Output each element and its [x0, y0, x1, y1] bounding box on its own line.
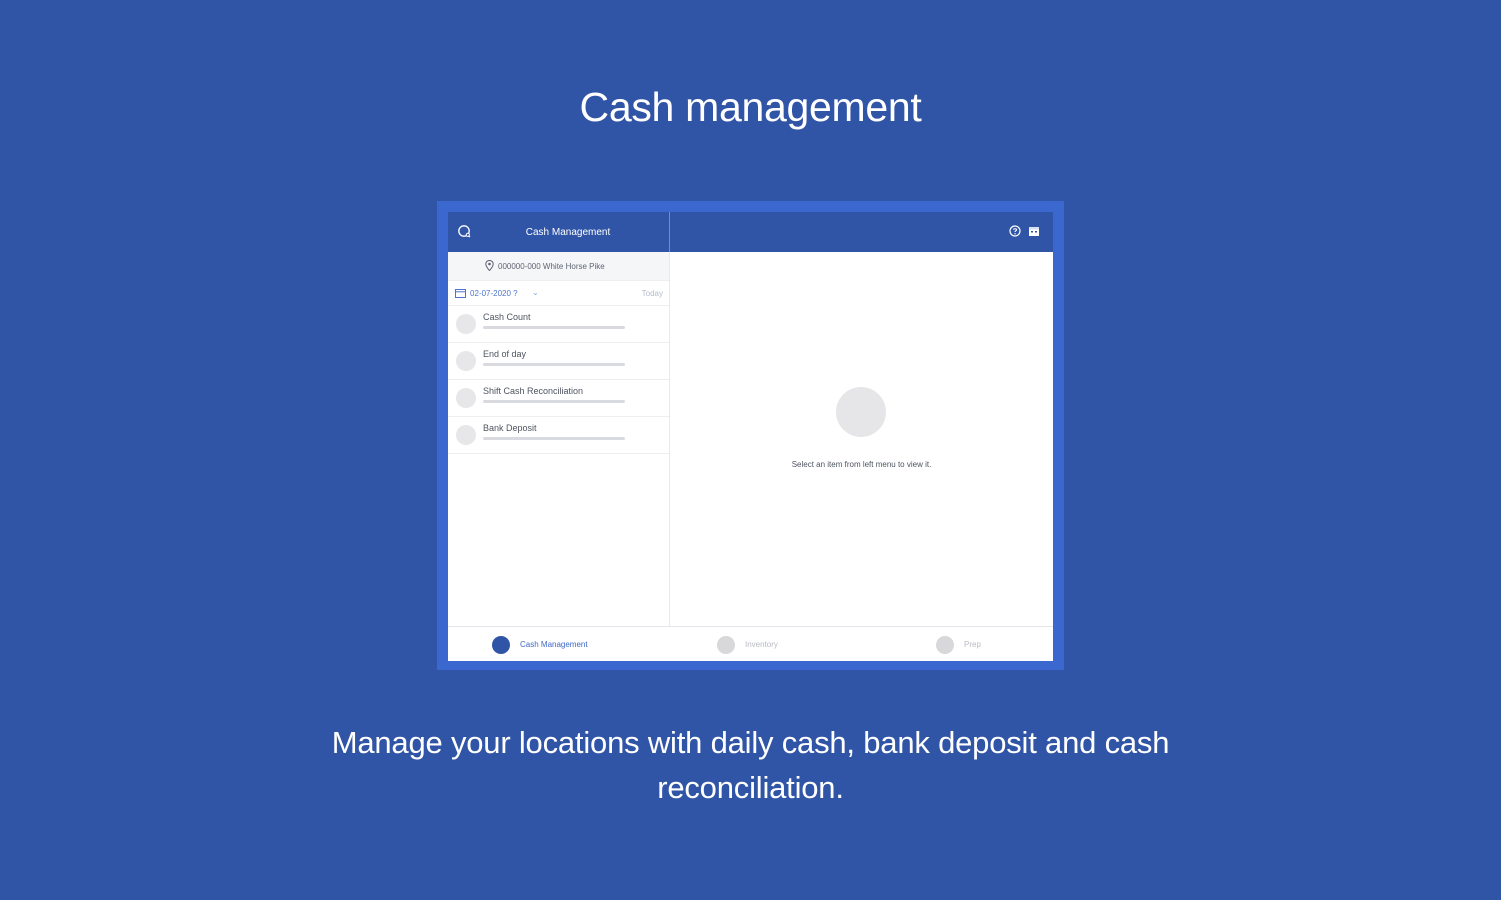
- today-button[interactable]: Today: [642, 289, 663, 298]
- menu-item-underline: [483, 437, 625, 440]
- menu-item-icon: [456, 351, 476, 371]
- menu-item-label: Cash Count: [483, 312, 531, 322]
- menu-item-icon: [456, 425, 476, 445]
- nav-label: Inventory: [745, 640, 778, 649]
- app-screenshot-frame: Cash Management 000000-000 White Horse P…: [437, 201, 1064, 670]
- menu-item-underline: [483, 326, 625, 329]
- menu-item-label: Shift Cash Reconciliation: [483, 386, 584, 396]
- left-pane: Cash Management 000000-000 White Horse P…: [448, 212, 670, 626]
- cash-management-icon: [492, 636, 510, 654]
- inventory-icon: [717, 636, 735, 654]
- menu-item-cash-count[interactable]: Cash Count: [448, 306, 669, 343]
- menu-item-end-of-day[interactable]: End of day: [448, 343, 669, 380]
- date-calendar-icon: [455, 289, 466, 298]
- location-selector[interactable]: 000000-000 White Horse Pike: [448, 252, 669, 281]
- empty-state-illustration: [836, 387, 886, 437]
- menu-item-label: End of day: [483, 349, 527, 359]
- app-header-title: Cash Management: [525, 227, 611, 238]
- menu-item-underline: [483, 363, 625, 366]
- menu-item-label: Bank Deposit: [483, 423, 537, 433]
- date-selector[interactable]: 02-07-2020 ? ⌄ Today: [448, 281, 669, 306]
- bottom-nav: Cash Management Inventory Prep: [448, 626, 1053, 661]
- hero-title: Cash management: [579, 84, 922, 130]
- help-icon[interactable]: [1009, 225, 1021, 237]
- menu-list: Cash Count End of day Shift Cash Reconci…: [448, 306, 669, 454]
- detail-header: [670, 212, 1053, 252]
- empty-state-message: Select an item from left menu to view it…: [791, 460, 932, 469]
- nav-label: Prep: [964, 640, 981, 649]
- menu-item-shift-cash-reconciliation[interactable]: Shift Cash Reconciliation: [448, 380, 669, 417]
- location-label: 000000-000 White Horse Pike: [498, 262, 605, 271]
- detail-pane: Select an item from left menu to view it…: [670, 212, 1053, 626]
- prep-icon: [936, 636, 954, 654]
- nav-label: Cash Management: [520, 640, 588, 649]
- chevron-down-icon: ⌄: [532, 288, 539, 297]
- calendar-icon[interactable]: [1028, 225, 1040, 237]
- date-label: 02-07-2020 ?: [470, 289, 518, 298]
- pin-icon: [485, 260, 494, 271]
- app-screen: Cash Management 000000-000 White Horse P…: [448, 212, 1053, 661]
- menu-item-underline: [483, 400, 625, 403]
- hero-subtitle-line: reconciliation.: [657, 770, 844, 805]
- hero-subtitle: Manage your locations with daily cash, b…: [0, 720, 1501, 810]
- menu-item-bank-deposit[interactable]: Bank Deposit: [448, 417, 669, 454]
- menu-item-icon: [456, 388, 476, 408]
- menu-item-icon: [456, 314, 476, 334]
- hero-subtitle-line: Manage your locations with daily cash, b…: [331, 725, 1170, 760]
- left-header: Cash Management: [448, 212, 669, 252]
